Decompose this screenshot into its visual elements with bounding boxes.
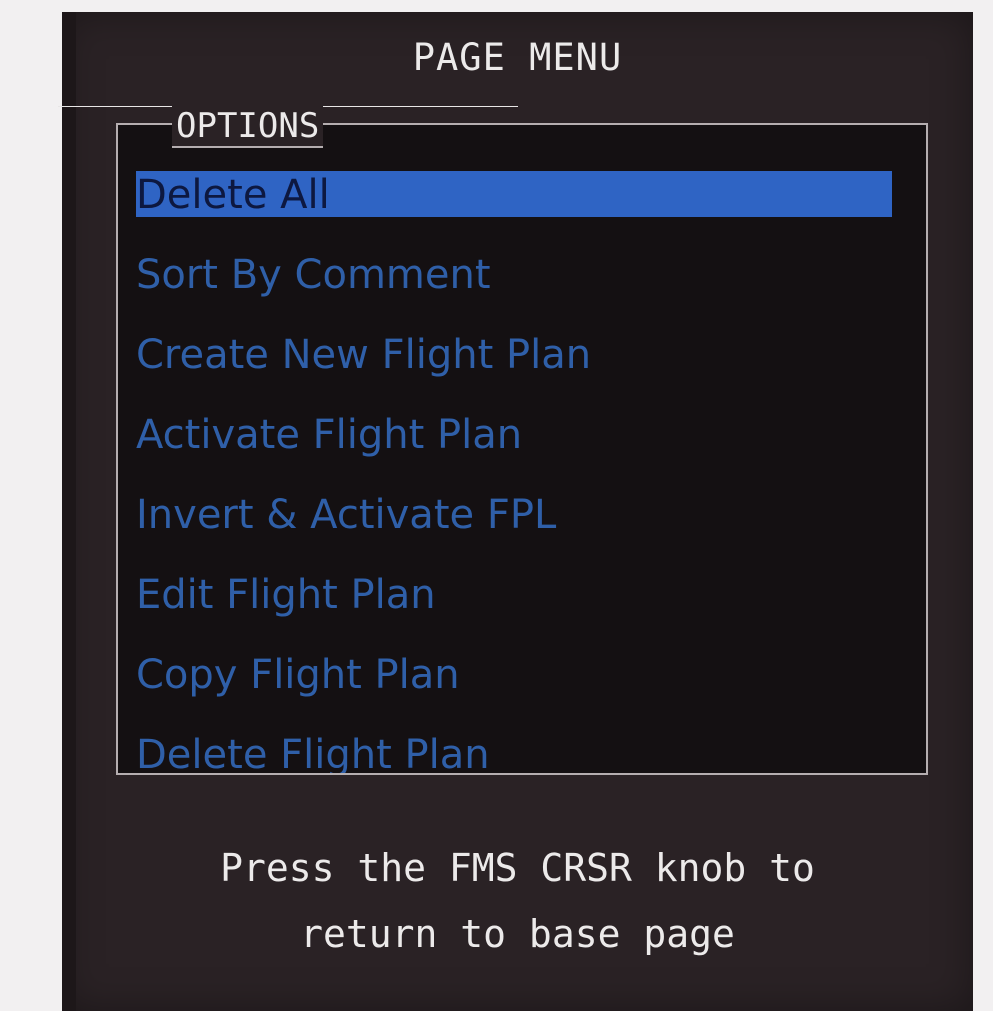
menu-item-copy-flight-plan[interactable]: Copy Flight Plan [118,645,926,725]
menu-item-label: Delete All [136,172,330,218]
menu-item-sort-by-comment[interactable]: Sort By Comment [118,245,926,325]
options-group-label: OPTIONS [172,106,324,148]
help-line-1: Press the FMS CRSR knob to [220,846,815,890]
menu-item-label: Copy Flight Plan [136,652,460,698]
menu-item-edit-flight-plan[interactable]: Edit Flight Plan [118,565,926,645]
menu-item-create-new-flight-plan[interactable]: Create New Flight Plan [118,325,926,405]
menu-item-label: Invert & Activate FPL [136,492,557,538]
menu-item-delete-all[interactable]: Delete All [118,165,926,245]
menu-item-label: Create New Flight Plan [136,332,592,378]
help-line-2: return to base page [300,912,735,956]
menu-item-activate-flight-plan[interactable]: Activate Flight Plan [118,405,926,485]
menu-item-label: Delete Flight Plan [136,732,490,775]
menu-item-label: Activate Flight Plan [136,412,523,458]
menu-item-label: Edit Flight Plan [136,572,436,618]
menu-item-label: Sort By Comment [136,252,491,298]
help-message: Press the FMS CRSR knob to return to bas… [62,835,973,967]
menu-item-delete-flight-plan[interactable]: Delete Flight Plan [118,725,926,775]
page-title: PAGE MENU [412,36,623,79]
menu-item-invert-activate-fpl[interactable]: Invert & Activate FPL [118,485,926,565]
options-list: Delete All Sort By Comment Create New Fl… [118,165,926,775]
options-box: Delete All Sort By Comment Create New Fl… [116,123,928,775]
